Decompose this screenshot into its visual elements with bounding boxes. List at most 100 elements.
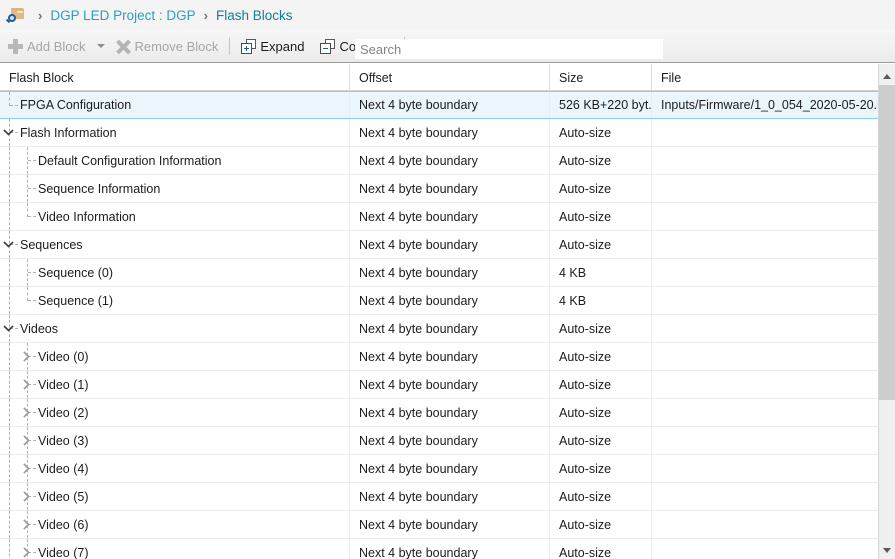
scrollbar-down-button[interactable] — [879, 542, 895, 559]
tree-line-vertical — [9, 343, 10, 370]
cell-name: Sequence Information — [0, 175, 350, 202]
tree-toggle-chevron-down-icon[interactable] — [3, 239, 14, 250]
cell-offset: Next 4 byte boundary — [350, 371, 550, 398]
cell-offset: Next 4 byte boundary — [350, 399, 550, 426]
cell-name: Videos — [0, 315, 350, 342]
vertical-scrollbar[interactable] — [878, 64, 895, 559]
search-input[interactable] — [355, 39, 663, 59]
table-row[interactable]: Sequence Information Next 4 byte boundary… — [0, 175, 878, 203]
tree-node-label: Flash Information — [20, 126, 117, 140]
add-block-button[interactable]: Add Block — [4, 34, 90, 58]
cell-size: Auto-size — [550, 399, 652, 426]
scrollbar-up-button[interactable] — [879, 68, 895, 85]
tree-node-label: Videos — [20, 322, 58, 336]
scrollbar-track[interactable] — [879, 400, 895, 542]
cell-size: Auto-size — [550, 147, 652, 174]
table-row[interactable]: SequencesNext 4 byte boundaryAuto-size — [0, 231, 878, 259]
cell-file — [652, 427, 878, 454]
cell-size: Auto-size — [550, 427, 652, 454]
expand-button[interactable]: Expand — [237, 34, 308, 58]
table-row[interactable]: Video (5)Next 4 byte boundaryAuto-size — [0, 483, 878, 511]
column-header-size[interactable]: Size — [550, 64, 652, 91]
tree-node-label: Video (6) — [38, 518, 89, 532]
cell-name: Video (0) — [0, 343, 350, 370]
breadcrumb-item-flash-blocks[interactable]: Flash Blocks — [216, 8, 293, 23]
cell-size: 526 KB+220 byt... — [550, 92, 652, 118]
tree-toggle-chevron-right-icon[interactable] — [21, 351, 32, 362]
tree-node-label: Video Information — [38, 210, 136, 224]
table-row[interactable]: Video (3)Next 4 byte boundaryAuto-size — [0, 427, 878, 455]
cell-file — [652, 511, 878, 538]
tree-toggle-chevron-right-icon[interactable] — [21, 491, 32, 502]
cell-offset: Next 4 byte boundary — [350, 259, 550, 286]
tree-toggle-chevron-right-icon[interactable] — [21, 379, 32, 390]
project-folder-search-icon — [5, 5, 27, 25]
tree-toggle-chevron-right-icon[interactable] — [21, 463, 32, 474]
table-row[interactable]: Video (1)Next 4 byte boundaryAuto-size — [0, 371, 878, 399]
table-row[interactable]: Video (4)Next 4 byte boundaryAuto-size — [0, 455, 878, 483]
flash-blocks-window: › DGP LED Project : DGP › Flash Blocks A… — [0, 0, 895, 559]
tree-toggle-chevron-right-icon[interactable] — [21, 547, 32, 558]
tree-toggle-chevron-down-icon[interactable] — [3, 127, 14, 138]
tree-toggle-chevron-down-icon[interactable] — [3, 323, 14, 334]
table-row[interactable]: FPGA ConfigurationNext 4 byte boundary52… — [0, 91, 878, 119]
table-row[interactable]: Flash InformationNext 4 byte boundaryAut… — [0, 119, 878, 147]
cell-size: Auto-size — [550, 511, 652, 538]
tree-line-vertical — [9, 539, 10, 559]
grid-body: FPGA ConfigurationNext 4 byte boundary52… — [0, 91, 878, 559]
tree-line-vertical-child — [27, 203, 28, 217]
cell-name: Video (5) — [0, 483, 350, 510]
add-block-label: Add Block — [27, 39, 86, 54]
remove-block-button[interactable]: Remove Block — [112, 34, 223, 58]
cell-name: Flash Information — [0, 119, 350, 146]
cell-name: Video (1) — [0, 371, 350, 398]
tree-line-vertical — [9, 287, 10, 314]
cell-file — [652, 483, 878, 510]
table-row[interactable]: Video (0)Next 4 byte boundaryAuto-size — [0, 343, 878, 371]
cell-size: Auto-size — [550, 119, 652, 146]
cell-size: Auto-size — [550, 175, 652, 202]
table-row[interactable]: Default Configuration InformationNext 4 … — [0, 147, 878, 175]
cell-size: Auto-size — [550, 231, 652, 258]
breadcrumb: › DGP LED Project : DGP › Flash Blocks — [0, 0, 895, 30]
tree-line-vertical — [9, 175, 10, 202]
chevron-up-icon — [883, 74, 891, 79]
table-row[interactable]: Sequence (1)Next 4 byte boundary4 KB — [0, 287, 878, 315]
table-row[interactable]: Video (6) Next 4 byte boundaryAuto-size — [0, 511, 878, 539]
table-row[interactable]: Video InformationNext 4 byte boundaryAut… — [0, 203, 878, 231]
table-row[interactable]: Video (7)Next 4 byte boundaryAuto-size — [0, 539, 878, 559]
cell-file — [652, 399, 878, 426]
breadcrumb-item-project[interactable]: DGP LED Project : DGP — [50, 8, 195, 23]
tree-node-label: Video (5) — [38, 490, 89, 504]
tree-node-label: Video (4) — [38, 462, 89, 476]
cell-size: Auto-size — [550, 483, 652, 510]
cell-offset: Next 4 byte boundary — [350, 175, 550, 202]
add-block-dropdown-chevron-down-icon[interactable] — [97, 44, 105, 48]
cell-name: Video (6) — [0, 511, 350, 538]
x-icon — [116, 39, 131, 54]
column-header-file[interactable]: File — [652, 64, 878, 91]
cell-file — [652, 315, 878, 342]
tree-line-vertical — [9, 203, 10, 230]
cell-offset: Next 4 byte boundary — [350, 511, 550, 538]
cell-size: 4 KB — [550, 259, 652, 286]
tree-line-vertical — [9, 511, 10, 538]
tree-line-horizontal — [28, 160, 36, 161]
cell-offset: Next 4 byte boundary — [350, 427, 550, 454]
column-header-name[interactable]: Flash Block — [0, 64, 350, 91]
tree-toggle-chevron-right-icon[interactable] — [21, 407, 32, 418]
column-header-offset[interactable]: Offset — [350, 64, 550, 91]
plus-icon — [8, 39, 23, 54]
tree-toggle-chevron-right-icon[interactable] — [21, 519, 32, 530]
table-row[interactable]: Video (2)Next 4 byte boundaryAuto-size — [0, 399, 878, 427]
table-row[interactable]: Sequence (0)Next 4 byte boundary4 KB — [0, 259, 878, 287]
cell-file — [652, 147, 878, 174]
cell-name: Sequences — [0, 231, 350, 258]
cell-offset: Next 4 byte boundary — [350, 315, 550, 342]
table-row[interactable]: VideosNext 4 byte boundaryAuto-size — [0, 315, 878, 343]
scrollbar-thumb[interactable] — [879, 85, 895, 400]
tree-line-horizontal — [10, 105, 18, 106]
tree-toggle-chevron-right-icon[interactable] — [21, 435, 32, 446]
tree-node-label: Sequence Information — [38, 182, 160, 196]
cell-offset: Next 4 byte boundary — [350, 231, 550, 258]
